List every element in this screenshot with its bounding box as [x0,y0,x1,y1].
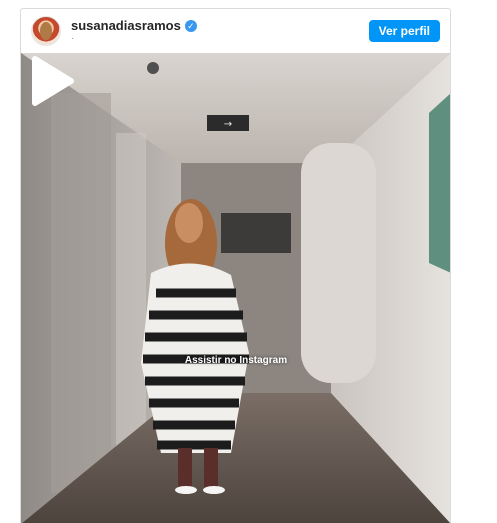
avatar[interactable] [31,16,61,46]
username[interactable]: susanadiasramos [71,18,181,33]
verified-badge-icon: ✓ [184,19,197,32]
hallway-scene: → [21,53,450,523]
avatar-face [40,22,52,40]
user-row: susanadiasramos ✓ [71,18,197,33]
view-profile-button[interactable]: Ver perfil [368,20,440,42]
watch-on-instagram-label[interactable]: Assistir no Instagram [21,355,450,366]
subline: · [71,33,75,44]
instagram-embed: susanadiasramos ✓ · Ver perfil → Assisti… [20,8,451,523]
video-thumbnail[interactable]: → Assistir no Instagram [21,53,450,523]
play-icon[interactable] [21,53,77,109]
svg-text:→: → [224,119,232,130]
post-header: susanadiasramos ✓ · Ver perfil [21,9,450,53]
user-block: susanadiasramos ✓ · [71,18,197,44]
